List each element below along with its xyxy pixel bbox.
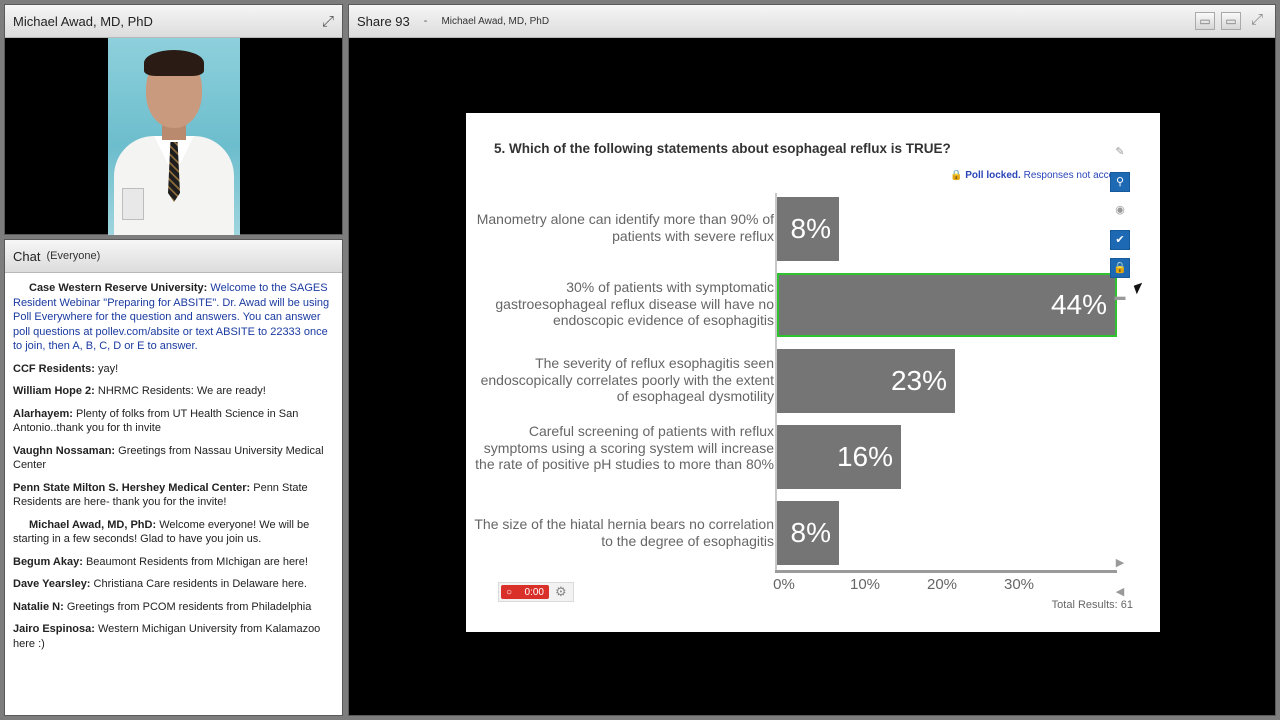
- poll-slide: 5. Which of the following statements abo…: [466, 113, 1160, 632]
- chat-pod: Chat (Everyone) Case Western Reserve Uni…: [4, 239, 343, 716]
- answer-label: Careful screening of patients with reflu…: [475, 423, 774, 472]
- x-tick-label: 30%: [1003, 576, 1035, 593]
- eye-icon[interactable]: ◉: [1110, 201, 1130, 221]
- full-screen-view-icon[interactable]: ▭: [1221, 12, 1241, 30]
- timer-value: 0:00: [524, 586, 544, 598]
- lock-icon[interactable]: 🔒: [1110, 258, 1130, 278]
- x-tick-label: 0%: [773, 576, 795, 593]
- bar-value-label: 44%: [1050, 289, 1107, 320]
- chat-message: Michael Awad, MD, PhD: Welcome everyone!…: [13, 518, 310, 546]
- result-bar-correct: 44%: [777, 273, 1117, 337]
- lock-text: Responses not accepted: [1023, 170, 1112, 181]
- expand-icon[interactable]: ⤢: [1247, 12, 1267, 30]
- chat-scope[interactable]: (Everyone): [46, 250, 100, 262]
- share-toolbar: ▭ ▭ ⤢: [1195, 12, 1267, 30]
- answer-label: Manometry alone can identify more than 9…: [476, 211, 774, 244]
- share-pod-header: Share 93 - Michael Awad, MD, PhD ▭ ▭ ⤢: [349, 5, 1275, 38]
- previous-icon[interactable]: ◀: [1110, 583, 1130, 603]
- chat-message: William Hope 2: NHRMC Residents: We are …: [13, 385, 266, 397]
- mouse-cursor-icon: [1133, 282, 1146, 295]
- poll-timer[interactable]: ○ 0:00 ⚙: [498, 582, 574, 602]
- x-axis-line: [775, 570, 1117, 573]
- chat-title: Chat: [13, 248, 41, 264]
- chat-messages: Case Western Reserve University: Welcome…: [5, 273, 342, 651]
- chat-message: Vaughn Nossaman: Greetings from Nassau U…: [13, 444, 324, 472]
- bar-value-label: 16%: [836, 441, 893, 472]
- result-bar: 23%: [777, 349, 955, 413]
- bar-value-label: 8%: [790, 213, 831, 244]
- share-pod: Share 93 - Michael Awad, MD, PhD ▭ ▭ ⤢ 5…: [348, 4, 1276, 716]
- chat-message: CCF Residents: yay!: [13, 362, 119, 375]
- webcam-video: [5, 38, 342, 235]
- next-icon[interactable]: ▶: [1110, 554, 1130, 574]
- bar-value-label: 8%: [790, 517, 831, 548]
- chat-message: Case Western Reserve University: Welcome…: [13, 282, 330, 352]
- x-tick-label: 20%: [926, 576, 958, 593]
- chat-message: Dave Yearsley: Christiana Care residents…: [13, 578, 307, 590]
- fit-width-icon[interactable]: ▭: [1195, 12, 1215, 30]
- poll-question: 5. Which of the following statements abo…: [494, 141, 951, 156]
- record-icon: ○: [506, 586, 513, 598]
- lock-label: Poll locked.: [965, 170, 1021, 181]
- video-pod: Michael Awad, MD, PhD ⤢: [4, 4, 343, 235]
- share-presenter: Michael Awad, MD, PhD: [441, 15, 550, 27]
- share-separator: -: [423, 15, 428, 27]
- chat-message: Alarhayem: Plenty of folks from UT Healt…: [13, 407, 299, 435]
- video-pod-header: Michael Awad, MD, PhD ⤢: [5, 5, 342, 38]
- share-title: Share 93: [357, 13, 410, 29]
- x-tick-label: 10%: [849, 576, 881, 593]
- check-icon[interactable]: ✔: [1110, 230, 1130, 250]
- bar-value-label: 23%: [890, 365, 947, 396]
- chat-pod-header: Chat (Everyone): [5, 240, 342, 273]
- chat-message: Begum Akay: Beaumont Residents from MIch…: [13, 555, 308, 568]
- chat-message: Natalie N: Greetings from PCOM residents…: [13, 600, 312, 613]
- result-bar: 16%: [777, 425, 901, 489]
- record-button[interactable]: ○ 0:00: [501, 585, 549, 599]
- answer-label: 30% of patients with symptomatic gastroe…: [495, 279, 774, 328]
- chat-message: Penn State Milton S. Hershey Medical Cen…: [13, 481, 308, 509]
- presenter-photo: [108, 38, 240, 235]
- result-bar: 8%: [777, 501, 839, 565]
- result-bar: 8%: [777, 197, 839, 261]
- answer-label: The severity of reflux esophagitis seen …: [480, 355, 774, 404]
- answer-label: The size of the hiatal hernia bears no c…: [474, 516, 774, 549]
- clear-icon[interactable]: ▬: [1110, 288, 1130, 308]
- video-pod-title: Michael Awad, MD, PhD: [13, 13, 153, 29]
- chat-message: Jairo Espinosa: Western Michigan Univers…: [13, 623, 321, 650]
- filter-icon[interactable]: ⚲: [1110, 172, 1130, 192]
- expand-icon[interactable]: ⤢: [322, 13, 334, 30]
- poll-lock-status: 🔒 Poll locked. Responses not accepted: [950, 170, 1112, 181]
- settings-icon[interactable]: ⚙: [555, 584, 567, 600]
- pencil-icon[interactable]: ✎: [1110, 143, 1130, 163]
- lock-icon: 🔒: [950, 170, 963, 181]
